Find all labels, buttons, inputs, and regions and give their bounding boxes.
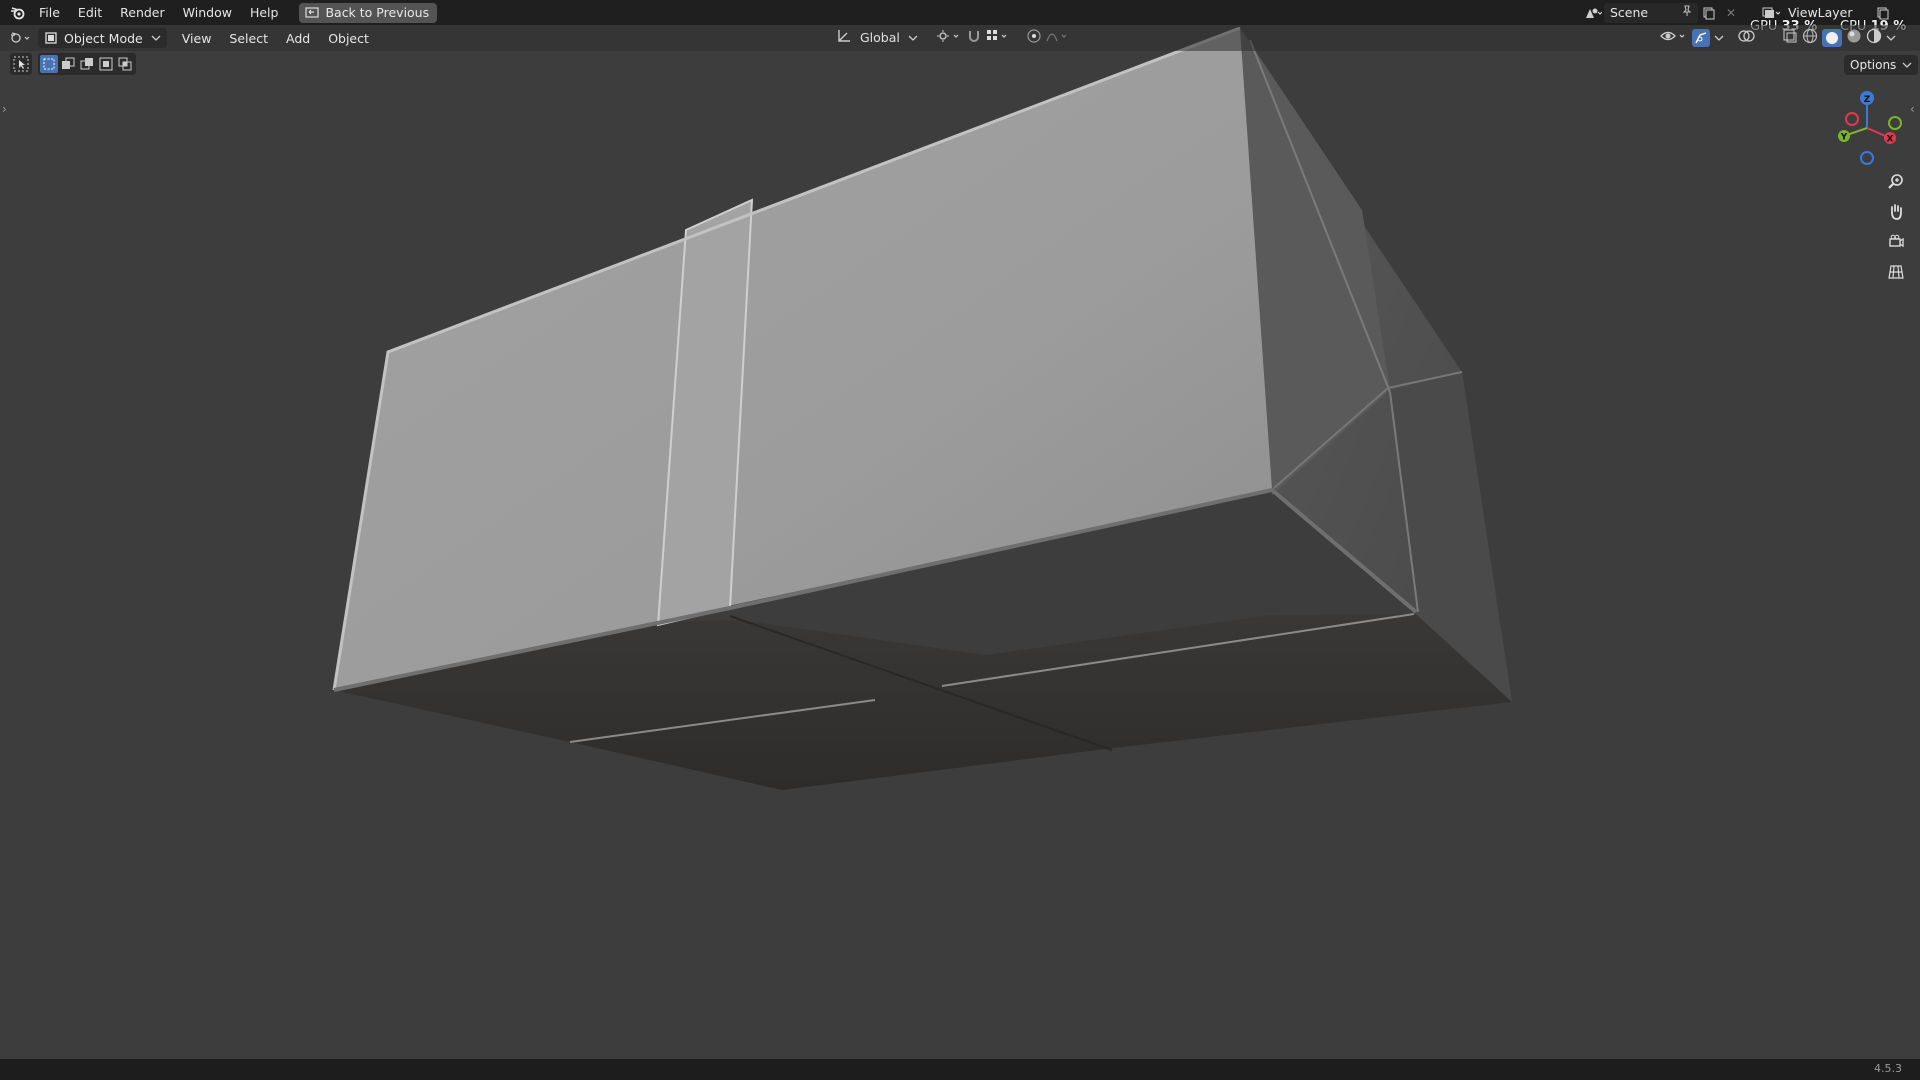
camera-view-icon[interactable] (1882, 228, 1910, 256)
top-menubar: File Edit Render Window Help Back to Pre… (0, 0, 1920, 25)
menu-render[interactable]: Render (111, 0, 174, 25)
menu-window[interactable]: Window (174, 0, 241, 25)
view-layer-text: ViewLayer (1788, 5, 1853, 20)
viewport-display-tools (1660, 28, 1896, 47)
pin-icon[interactable] (1682, 5, 1692, 20)
gizmo-neg-x-handle[interactable] (1845, 112, 1859, 126)
select-subtract-icon[interactable] (78, 55, 96, 73)
gizmo-z-label: Z (1864, 95, 1871, 105)
back-screen-icon (305, 6, 320, 18)
shading-rendered-icon[interactable] (1866, 28, 1882, 47)
viewport-3d[interactable] (0, 0, 1920, 1080)
toolbar-expand-arrow-icon[interactable]: › (2, 102, 7, 116)
menu-file[interactable]: File (30, 0, 69, 25)
selectability-visibility-icon[interactable] (1660, 28, 1688, 47)
transform-tools: Global (836, 28, 1072, 47)
gizmo-neg-z-handle[interactable] (1860, 151, 1874, 165)
box-mesh-object[interactable] (332, 26, 1512, 790)
menu-edit[interactable]: Edit (69, 0, 111, 25)
shading-material-icon[interactable] (1846, 28, 1862, 47)
delete-scene-icon[interactable]: ✕ (1720, 3, 1742, 23)
overlays-icon[interactable] (1738, 28, 1756, 47)
shading-solid-icon[interactable] (1822, 28, 1842, 47)
chevron-down-icon[interactable] (1886, 34, 1896, 42)
new-scene-icon[interactable] (1698, 3, 1720, 23)
navigation-gizmo[interactable]: Z X Y (1830, 86, 1904, 166)
sidebar-expand-arrow-icon[interactable]: ‹ (1910, 102, 1915, 116)
gizmo-y-label: Y (1840, 133, 1848, 143)
chevron-down-icon[interactable] (908, 34, 918, 42)
chevron-down-icon (151, 35, 161, 41)
back-to-previous-label: Back to Previous (325, 5, 430, 20)
scene-browse-icon[interactable] (1582, 3, 1604, 23)
select-extend-icon[interactable] (59, 55, 77, 73)
options-label: Options (1850, 58, 1897, 72)
selection-mode-group (38, 53, 136, 75)
object-mode-dropdown[interactable]: Object Mode (38, 28, 167, 48)
perspective-toggle-icon[interactable] (1882, 258, 1910, 286)
back-to-previous-button[interactable]: Back to Previous (299, 2, 438, 23)
gizmo-neg-y-handle[interactable] (1888, 116, 1902, 130)
xray-toggle-icon[interactable] (1782, 28, 1798, 47)
snap-target-icon[interactable] (986, 29, 1012, 46)
select-tool-button[interactable] (10, 53, 32, 75)
blender-logo-icon[interactable] (6, 0, 30, 25)
gizmo-x-label: X (1887, 135, 1894, 145)
object-mode-label: Object Mode (64, 30, 143, 46)
menu-help[interactable]: Help (241, 0, 288, 25)
blender-version: 4.5.3 (1874, 1062, 1902, 1075)
pan-hand-icon[interactable] (1882, 198, 1910, 226)
select-new-icon[interactable] (40, 55, 58, 73)
menu-object[interactable]: Object (319, 31, 378, 46)
menu-view[interactable]: View (173, 31, 221, 46)
select-invert-icon[interactable] (97, 55, 115, 73)
shading-wireframe-icon[interactable] (1802, 28, 1818, 47)
select-intersect-icon[interactable] (116, 55, 134, 73)
transform-orientation-label[interactable]: Global (860, 30, 900, 45)
viewport-header: Object Mode View Select Add Object Globa… (0, 25, 1920, 51)
gizmo-toggle-icon[interactable] (1692, 28, 1710, 47)
options-dropdown[interactable]: Options (1844, 55, 1919, 75)
editor-type-icon[interactable] (10, 28, 32, 48)
menu-add[interactable]: Add (277, 31, 319, 46)
snap-toggle-icon[interactable] (966, 28, 982, 47)
pivot-point-icon[interactable] (936, 29, 962, 46)
chevron-down-icon[interactable] (1714, 34, 1724, 42)
scene-name-text: Scene (1610, 5, 1649, 20)
zoom-icon[interactable] (1882, 168, 1910, 196)
menu-select[interactable]: Select (220, 31, 277, 46)
transform-orientation-icon[interactable] (836, 28, 852, 47)
proportional-editing-icon[interactable] (1026, 28, 1042, 47)
scene-selector: Scene ✕ (1582, 2, 1742, 23)
object-mode-icon (45, 32, 57, 44)
status-bar: 4.5.3 (0, 1059, 1920, 1080)
chevron-down-icon (1902, 62, 1912, 68)
scene-name-field[interactable]: Scene (1604, 2, 1698, 23)
proportional-falloff-icon[interactable] (1046, 29, 1072, 46)
select-cursor-icon (13, 56, 29, 72)
selection-tools (10, 52, 136, 76)
